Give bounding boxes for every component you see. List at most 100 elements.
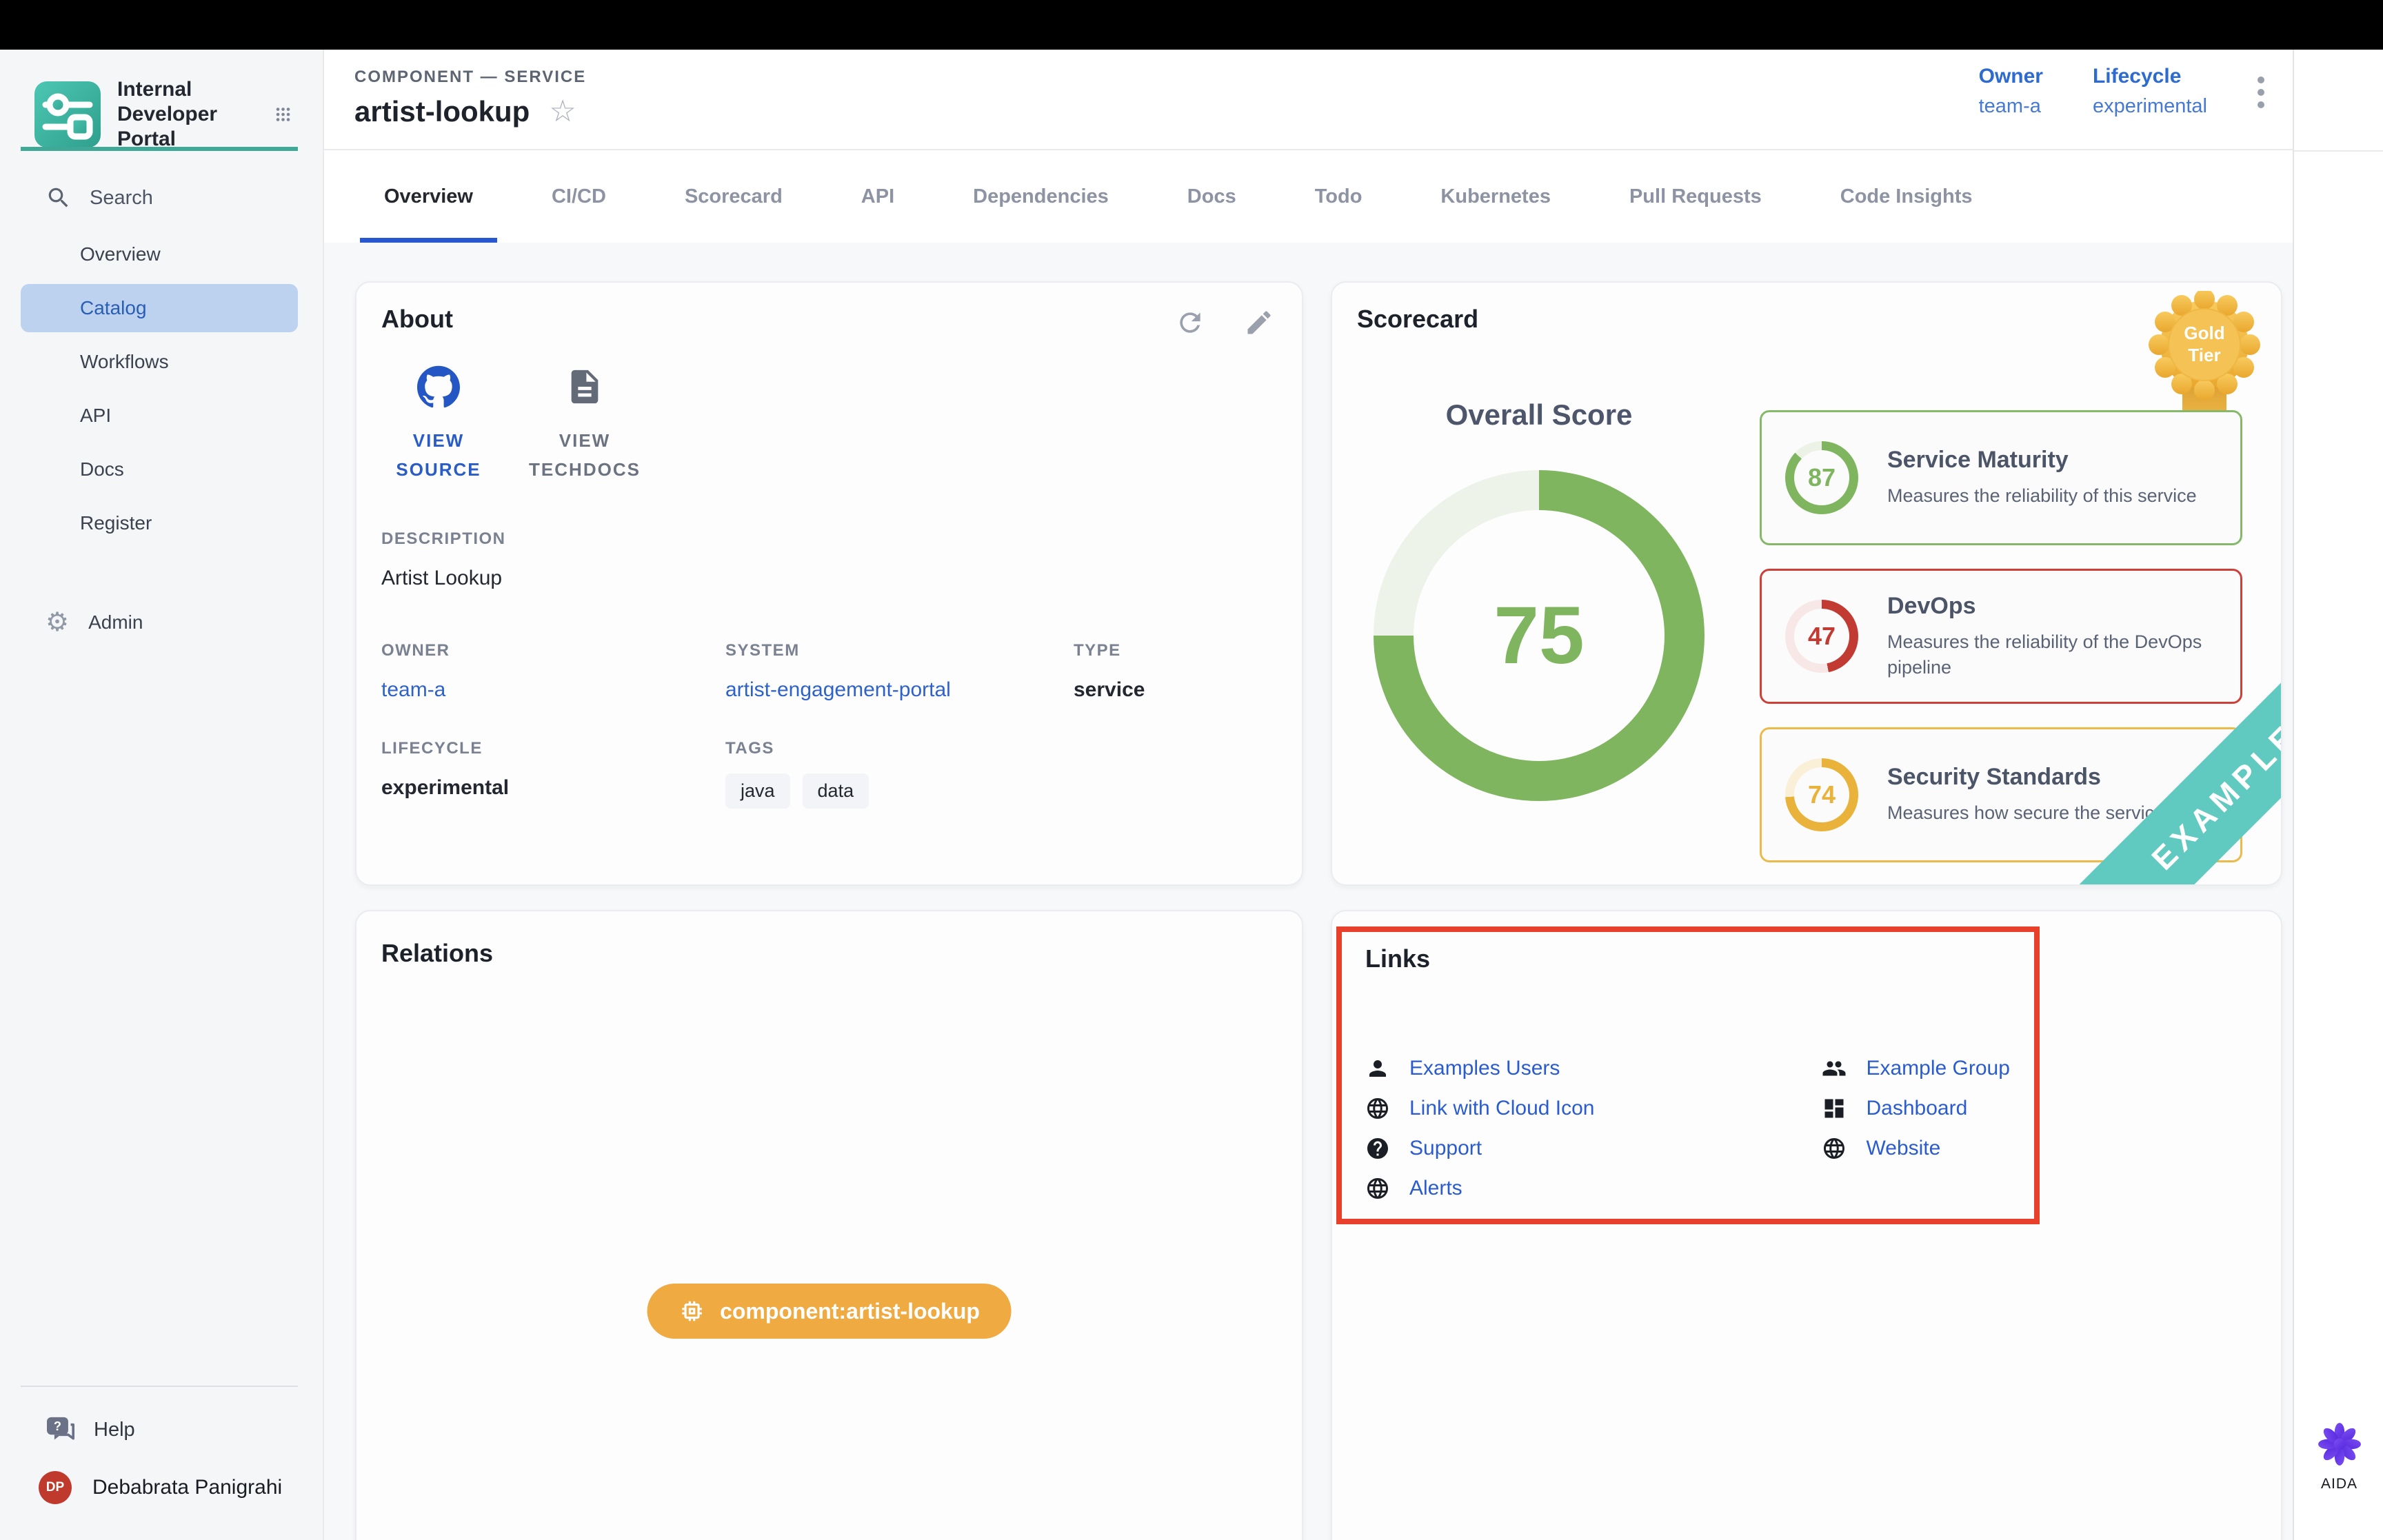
globe-icon: [1365, 1096, 1390, 1121]
tab-pull-requests[interactable]: Pull Requests: [1590, 150, 1801, 243]
entity-header: COMPONENT — SERVICE artist-lookup ☆ Owne…: [324, 50, 2293, 150]
owner-meta: Owner team-a: [1979, 65, 2043, 118]
link-label: Examples Users: [1409, 1057, 1560, 1080]
devops-ring: 47: [1785, 600, 1858, 673]
kebab-menu-icon[interactable]: [2257, 74, 2265, 110]
link-website[interactable]: Website: [1822, 1135, 2009, 1162]
sidebar-item-workflows[interactable]: Workflows: [21, 338, 298, 386]
service-maturity-ring: 87: [1785, 441, 1858, 514]
sidebar-item-register[interactable]: Register: [21, 499, 298, 547]
user-name: Debabrata Panigrahi: [92, 1476, 282, 1499]
svg-text:Gold: Gold: [2184, 323, 2224, 343]
admin-label: Admin: [88, 611, 143, 634]
sidebar-item-help[interactable]: ? Help: [46, 1416, 135, 1443]
view-techdocs-button[interactable]: VIEW TECHDOCS: [526, 365, 643, 484]
view-source-button[interactable]: VIEW SOURCE: [380, 365, 497, 484]
tab-dependencies[interactable]: Dependencies: [934, 150, 1148, 243]
owner-field-value[interactable]: team-a: [381, 678, 450, 702]
link-examples-users[interactable]: Examples Users: [1365, 1055, 1594, 1082]
lifecycle-label: Lifecycle: [2093, 65, 2207, 88]
right-gutter: AIDA: [2293, 50, 2383, 1540]
owner-label: Owner: [1979, 65, 2043, 88]
tab-scorecard[interactable]: Scorecard: [645, 150, 822, 243]
search-icon: [46, 185, 72, 211]
relations-card: Relations component:artist-lookup: [355, 910, 1303, 1540]
sidebar-divider: [21, 1386, 298, 1387]
relation-node-artist-lookup[interactable]: component:artist-lookup: [647, 1284, 1012, 1339]
content-area: About VIEW SOURCE VIEW TECHDOCS DESCRIPT…: [324, 243, 2293, 1540]
view-techdocs-label: VIEW TECHDOCS: [526, 427, 643, 484]
security-standards-value: 74: [1785, 758, 1858, 831]
metric-service-maturity[interactable]: 87 Service Maturity Measures the reliabi…: [1760, 410, 2242, 545]
type-field-value: service: [1074, 678, 1145, 702]
tab-api[interactable]: API: [822, 150, 934, 243]
system-field-value[interactable]: artist-engagement-portal: [725, 678, 951, 702]
description-label: DESCRIPTION: [381, 529, 506, 549]
avatar: DP: [39, 1471, 72, 1504]
tab-cicd[interactable]: CI/CD: [512, 150, 645, 243]
tab-code-insights[interactable]: Code Insights: [1801, 150, 2012, 243]
link-dashboard[interactable]: Dashboard: [1822, 1095, 2009, 1122]
overall-score-label: Overall Score: [1394, 398, 1684, 432]
link-label: Link with Cloud Icon: [1409, 1097, 1594, 1120]
owner-field-label: OWNER: [381, 641, 450, 660]
help-label: Help: [94, 1419, 135, 1441]
person-icon: [1365, 1056, 1390, 1081]
app-logo[interactable]: Internal Developer Portal: [34, 77, 291, 152]
aida-widget[interactable]: AIDA: [2294, 1421, 2383, 1492]
gear-icon: ⚙: [46, 609, 69, 636]
service-maturity-value: 87: [1785, 441, 1858, 514]
view-source-label: VIEW SOURCE: [380, 427, 497, 484]
link-label: Dashboard: [1866, 1097, 1967, 1120]
link-with-cloud-icon[interactable]: Link with Cloud Icon: [1365, 1095, 1594, 1122]
tags-field-label: TAGS: [725, 739, 869, 758]
sidebar-item-api[interactable]: API: [21, 392, 298, 440]
gutter-divider: [2294, 150, 2383, 152]
metric-devops[interactable]: 47 DevOps Measures the reliability of th…: [1760, 569, 2242, 704]
top-black-bar: [0, 0, 2383, 50]
chip-icon: [678, 1298, 705, 1324]
svg-text:?: ?: [54, 1419, 61, 1433]
service-maturity-name: Service Maturity: [1887, 447, 2197, 474]
edit-icon[interactable]: [1244, 307, 1274, 338]
tab-overview[interactable]: Overview: [345, 150, 512, 243]
user-profile[interactable]: DP Debabrata Panigrahi: [39, 1471, 282, 1504]
link-example-group[interactable]: Example Group: [1822, 1055, 2009, 1082]
scorecard-title: Scorecard: [1357, 305, 1478, 334]
links-column-1: Examples Users Link with Cloud Icon Supp…: [1365, 1055, 1594, 1202]
document-icon: [565, 365, 605, 408]
link-support[interactable]: Support: [1365, 1135, 1594, 1162]
security-standards-ring: 74: [1785, 758, 1858, 831]
search-label: Search: [90, 187, 153, 210]
overall-score-gauge: 75: [1374, 470, 1705, 801]
about-title: About: [381, 305, 453, 334]
github-icon: [417, 365, 460, 408]
lifecycle-meta: Lifecycle experimental: [2093, 65, 2207, 118]
security-standards-desc: Measures how secure the service is: [1887, 800, 2183, 825]
link-alerts[interactable]: Alerts: [1365, 1175, 1594, 1202]
system-field-label: SYSTEM: [725, 641, 951, 660]
app-title: Internal Developer Portal: [117, 77, 259, 152]
sidebar-item-overview[interactable]: Overview: [21, 230, 298, 278]
star-icon[interactable]: ☆: [549, 97, 576, 127]
tab-todo[interactable]: Todo: [1276, 150, 1402, 243]
tab-docs[interactable]: Docs: [1148, 150, 1276, 243]
sidebar: Internal Developer Portal Search Overvie…: [0, 50, 324, 1540]
portal-logo-icon: [34, 81, 101, 148]
devops-name: DevOps: [1887, 593, 2211, 620]
tag-chip-java[interactable]: java: [725, 773, 790, 809]
owner-value[interactable]: team-a: [1979, 95, 2043, 118]
tab-kubernetes[interactable]: Kubernetes: [1401, 150, 1590, 243]
apps-grid-icon[interactable]: [275, 101, 291, 128]
tag-chip-data[interactable]: data: [803, 773, 869, 809]
sidebar-item-catalog[interactable]: Catalog: [21, 284, 298, 332]
sidebar-item-admin[interactable]: ⚙ Admin: [46, 609, 143, 636]
screen: Internal Developer Portal Search Overvie…: [0, 0, 2383, 1540]
devops-desc: Measures the reliability of the DevOps p…: [1887, 629, 2211, 680]
sidebar-item-docs[interactable]: Docs: [21, 445, 298, 494]
refresh-icon[interactable]: [1175, 307, 1205, 338]
dashboard-icon: [1822, 1096, 1847, 1121]
service-maturity-desc: Measures the reliability of this service: [1887, 483, 2197, 508]
sidebar-search[interactable]: Search: [46, 185, 153, 211]
aida-flower-icon: [2317, 1421, 2362, 1467]
